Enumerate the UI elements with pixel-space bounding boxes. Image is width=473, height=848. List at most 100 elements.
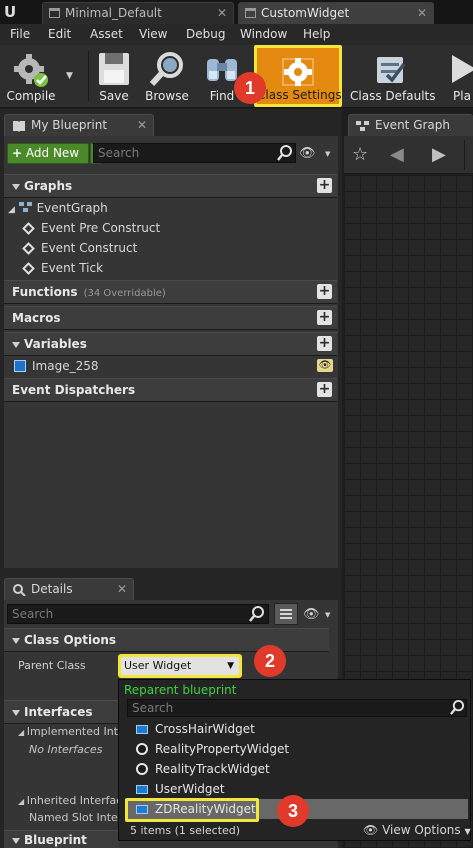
eye-icon: 👁︎ [363, 823, 379, 837]
parent-class-label: Parent Class [18, 659, 86, 672]
functions-section-header[interactable]: Functions (34 Overridable) + [4, 280, 337, 304]
book-icon [13, 121, 25, 132]
class-options-label: Class Options [24, 633, 117, 647]
save-button[interactable]: Save [92, 45, 136, 107]
property-matrix-button[interactable] [274, 603, 298, 625]
plus-icon: + [12, 146, 23, 160]
macros-label: Macros [12, 311, 61, 325]
implemented-interfaces-label: Implemented Interfa [26, 725, 118, 738]
details-search-input[interactable]: Search [7, 604, 269, 624]
interfaces-section-header[interactable]: Interfaces [4, 700, 119, 724]
unreal-logo-icon: U [4, 3, 17, 21]
reparent-list-item[interactable]: RealityTrackWidget [125, 759, 468, 779]
browse-label: Browse [145, 89, 189, 103]
play-button[interactable]: Pla [444, 45, 473, 107]
forward-arrow-icon[interactable]: ▶ [432, 144, 446, 165]
reparent-status-text: 5 items (1 selected) [130, 824, 241, 837]
event-label: Event Pre Construct [41, 221, 161, 235]
collapse-arrow-icon: ◢ [18, 728, 27, 737]
event-graph-tab[interactable]: Event Graph [348, 114, 473, 136]
graph-icon [18, 202, 32, 212]
toolbar: Compile ▼ Save Browse Find Class Setting… [0, 45, 473, 108]
close-icon[interactable]: ✕ [217, 3, 227, 23]
save-label: Save [99, 89, 129, 103]
title-bar: U Minimal_Default ✕ CustomWidget ✕ [0, 0, 473, 24]
menu-debug[interactable]: Debug [186, 27, 225, 41]
blueprint-options-section-header[interactable]: Blueprint Options [4, 830, 119, 848]
variable-item[interactable]: Image_258 [4, 356, 337, 376]
search-icon [249, 606, 264, 622]
close-icon[interactable]: ✕ [117, 579, 127, 599]
toolbar-separator [464, 140, 465, 170]
add-event-dispatcher-plus-icon[interactable]: + [317, 382, 332, 397]
event-dispatchers-section-header[interactable]: Event Dispatchers + [4, 378, 337, 402]
details-tab[interactable]: Details ✕ [4, 578, 134, 600]
event-item[interactable]: Event Pre Construct [4, 218, 337, 238]
macros-section-header[interactable]: Macros + [4, 306, 337, 330]
menu-view[interactable]: View [139, 27, 167, 41]
add-macro-plus-icon[interactable]: + [317, 310, 332, 325]
toolbar-separator [88, 51, 89, 101]
graph-toolbar: ☆ ◀ ▶ [344, 136, 473, 174]
doc-tab-minimal-default[interactable]: Minimal_Default ✕ [42, 2, 234, 24]
reparent-list-item[interactable]: CrossHairWidget [125, 719, 468, 739]
close-icon[interactable]: ✕ [417, 3, 427, 23]
my-blueprint-search-input[interactable]: Search [93, 143, 296, 163]
view-options-eye-icon[interactable]: 👁︎ [303, 607, 320, 622]
functions-label: Functions [12, 285, 78, 299]
collapse-arrow-icon [12, 709, 20, 716]
add-graph-plus-icon[interactable]: + [317, 178, 332, 193]
collapse-arrow-icon [12, 183, 20, 190]
class-settings-button[interactable]: Class Settings [254, 45, 342, 107]
event-diamond-icon [22, 262, 35, 275]
browse-button[interactable]: Browse [141, 45, 193, 107]
menu-file[interactable]: File [10, 27, 30, 41]
search-placeholder: Search [132, 701, 174, 715]
view-options-button[interactable]: 👁︎ View Options ▼ [363, 823, 471, 837]
menu-help[interactable]: Help [303, 27, 330, 41]
chevron-down-icon[interactable]: ▼ [325, 611, 330, 619]
compile-button[interactable]: Compile [2, 45, 64, 107]
bookmark-star-icon[interactable]: ☆ [352, 144, 368, 165]
callout-badge-2: 2 [254, 645, 286, 677]
compile-options-dropdown-icon[interactable]: ▼ [66, 71, 73, 81]
view-options-eye-icon[interactable]: 👁︎ [299, 146, 316, 161]
class-name: RealityTrackWidget [155, 762, 270, 776]
graphs-section-header[interactable]: Graphs + [4, 174, 337, 198]
add-new-button[interactable]: + Add New [7, 143, 89, 164]
search-placeholder: Search [12, 607, 54, 621]
doc-tab-customwidget[interactable]: CustomWidget ✕ [238, 2, 434, 24]
my-blueprint-tab-label: My Blueprint [31, 118, 108, 132]
event-graph-item[interactable]: ◢ EventGraph [4, 198, 337, 218]
chevron-down-icon: ▼ [227, 661, 234, 671]
class-defaults-button[interactable]: Class Defaults [350, 45, 436, 107]
visibility-eye-icon[interactable]: 👁︎ [317, 359, 333, 372]
event-item[interactable]: Event Tick [4, 258, 337, 278]
event-item[interactable]: Event Construct [4, 238, 337, 258]
back-arrow-icon[interactable]: ◀ [390, 144, 404, 165]
add-variable-plus-icon[interactable]: + [317, 336, 332, 351]
class-icon [136, 785, 148, 794]
variables-section-header[interactable]: Variables + [4, 332, 337, 356]
my-blueprint-tab[interactable]: My Blueprint ✕ [4, 114, 154, 136]
variables-label: Variables [24, 337, 87, 351]
chevron-down-icon: ▼ [464, 827, 471, 836]
add-function-plus-icon[interactable]: + [317, 284, 332, 299]
details-tab-label: Details [31, 582, 73, 596]
inherited-interfaces-row: ◢ Inherited Interfaces [18, 794, 118, 807]
parent-class-dropdown[interactable]: User Widget ▼ [121, 657, 239, 675]
collapse-arrow-icon: ◢ [8, 205, 15, 215]
menu-edit[interactable]: Edit [48, 27, 71, 41]
variable-type-icon [14, 360, 26, 372]
reparent-list-item[interactable]: RealityPropertyWidget [125, 739, 468, 759]
reparent-search-input[interactable]: Search [127, 699, 467, 717]
no-interfaces-text: No Interfaces [29, 743, 103, 756]
reparent-title: Reparent blueprint [124, 683, 237, 697]
close-icon[interactable]: ✕ [137, 115, 147, 135]
property-matrix-icon [280, 609, 292, 619]
class-circle-icon [136, 743, 148, 755]
class-defaults-label: Class Defaults [350, 89, 436, 103]
menu-window[interactable]: Window [240, 27, 287, 41]
menu-asset[interactable]: Asset [90, 27, 123, 41]
chevron-down-icon[interactable]: ▼ [325, 150, 330, 158]
